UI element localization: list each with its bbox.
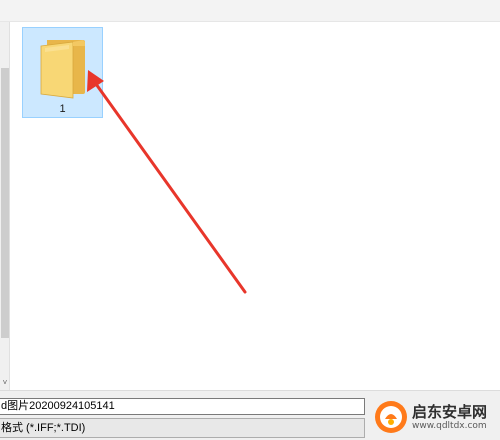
filename-input[interactable]: d图片20200924105141 xyxy=(0,398,365,415)
filetype-select[interactable]: 格式 (*.IFF;*.TDI) xyxy=(0,418,365,438)
folder-label: 1 xyxy=(59,103,66,115)
nav-pane-scrollbar[interactable]: ˅ xyxy=(0,22,10,390)
watermark-url: www.qdltdx.com xyxy=(412,421,487,431)
scrollbar-thumb[interactable] xyxy=(1,68,9,338)
file-dialog: ˅ 1 d图片20200924105141 格式 (*.IFF;*.TDI) 启… xyxy=(0,0,500,440)
file-list-area[interactable]: 1 xyxy=(11,22,500,390)
folder-icon xyxy=(40,40,85,99)
toolbar-strip xyxy=(0,0,500,22)
watermark: 启东安卓网 www.qdltdx.com xyxy=(372,398,498,438)
folder-item[interactable]: 1 xyxy=(22,27,103,118)
scroll-down-arrow-icon[interactable]: ˅ xyxy=(1,378,9,388)
watermark-text: 启东安卓网 xyxy=(412,403,488,421)
watermark-logo-icon xyxy=(375,401,407,433)
